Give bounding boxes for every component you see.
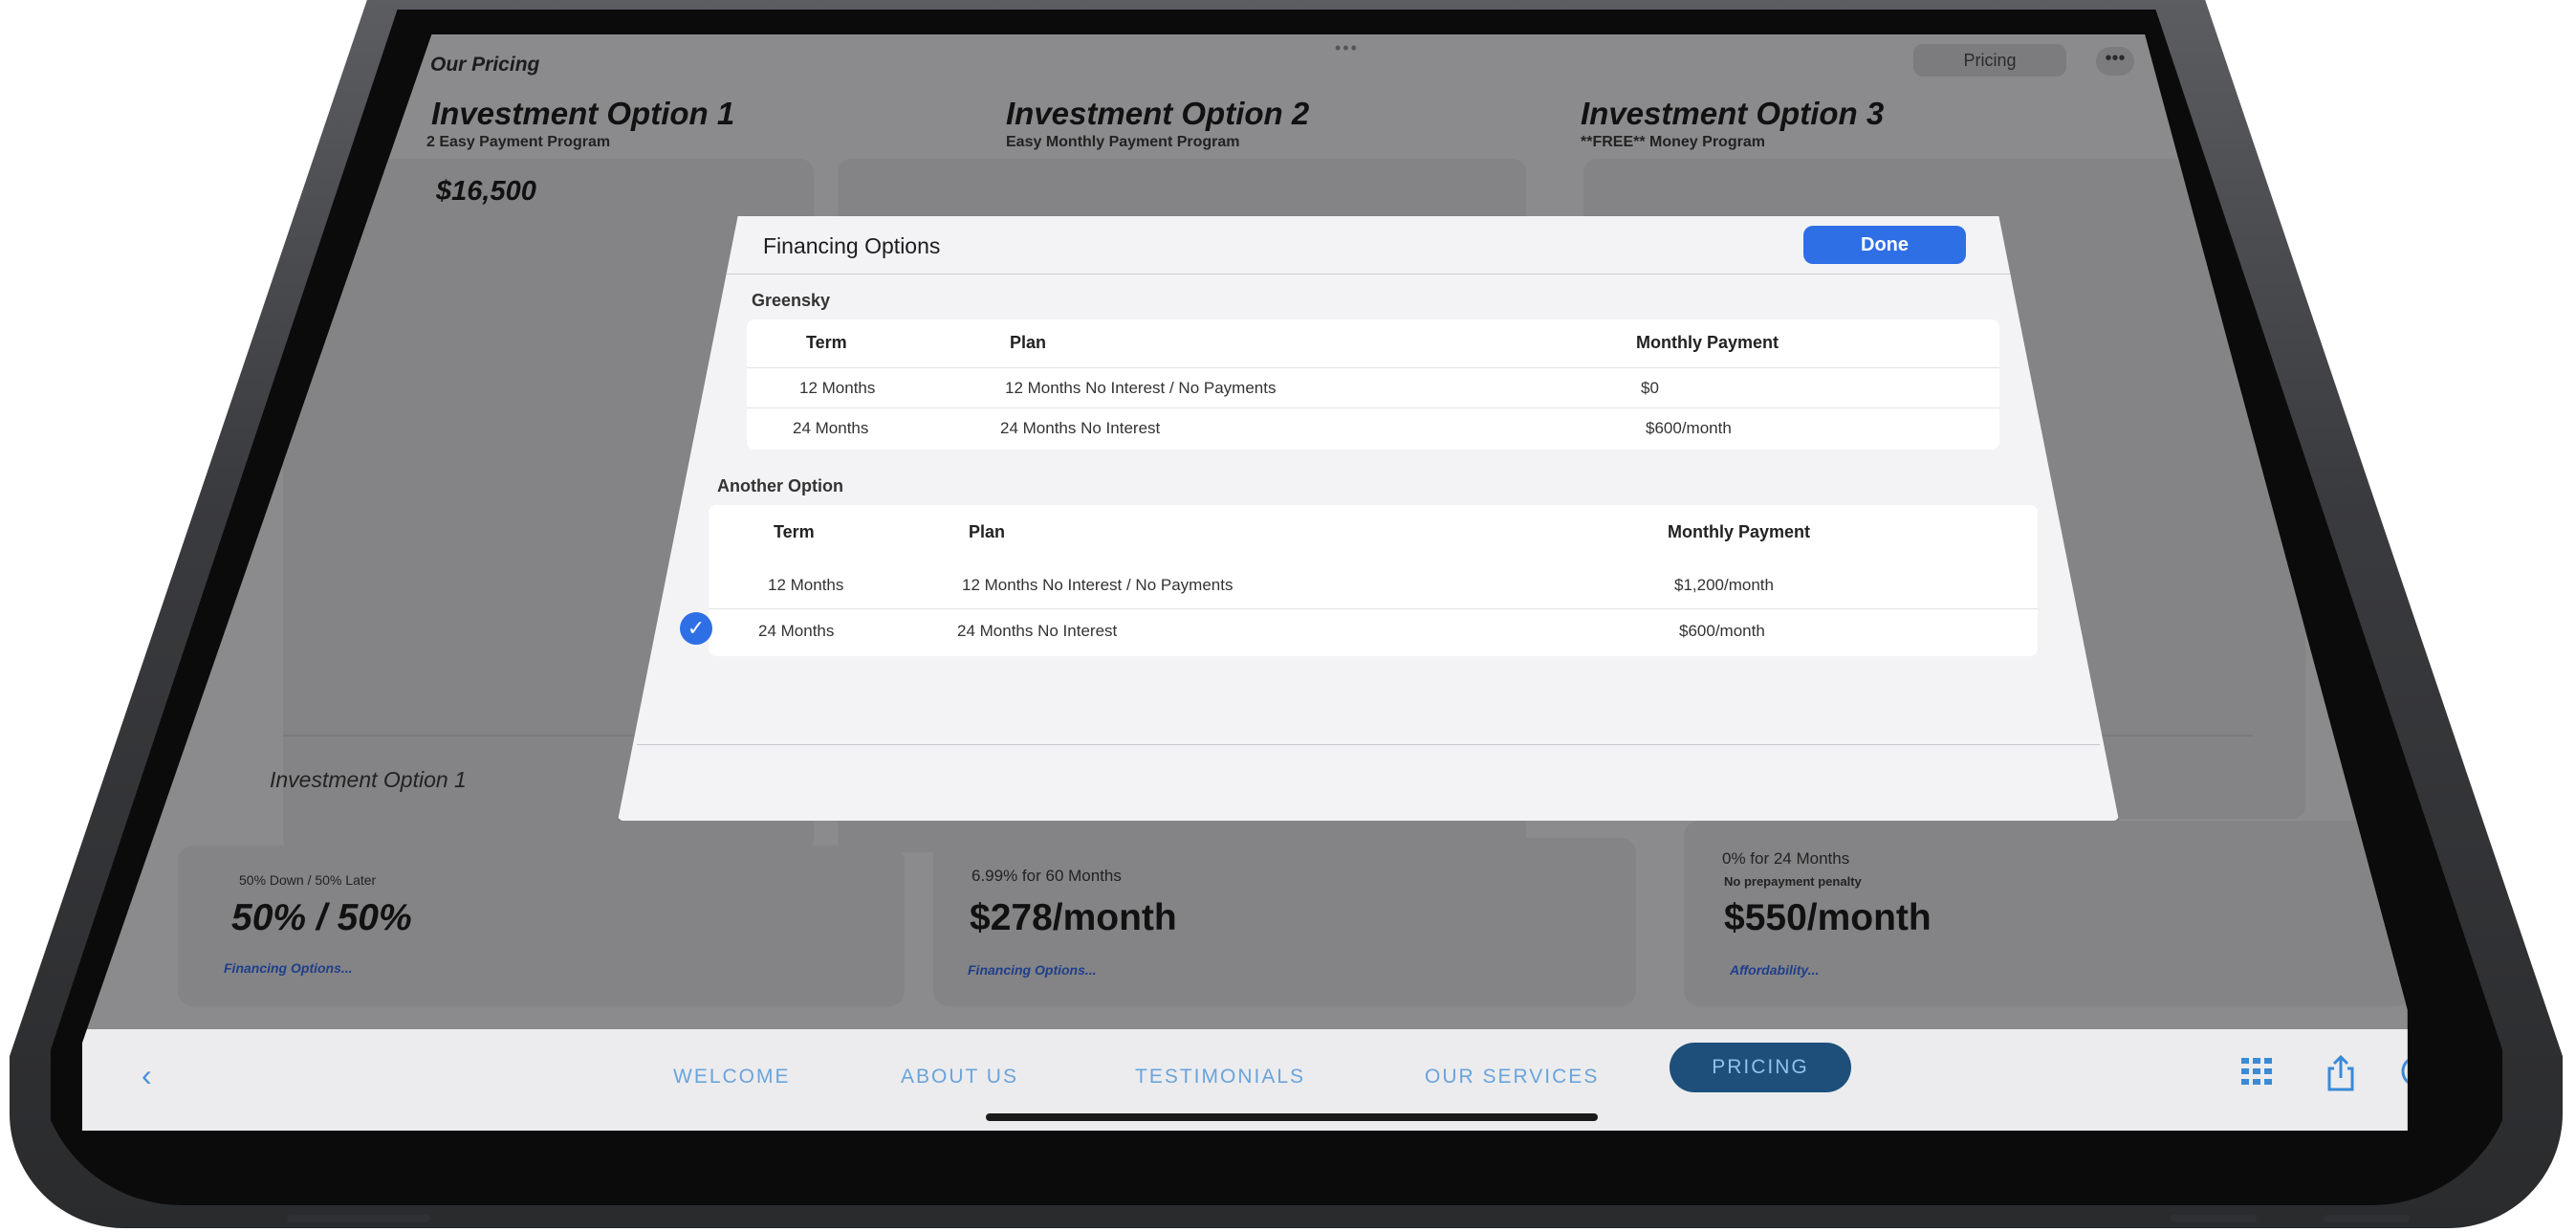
- greensky-row-2-term[interactable]: 24 Months: [793, 419, 868, 438]
- another-option-table: Term Plan Monthly Payment 12 Months 12 M…: [680, 505, 2038, 656]
- greensky-row-2-plan[interactable]: 24 Months No Interest: [1000, 419, 1160, 438]
- row-divider: [747, 407, 1999, 408]
- another-term-header: Term: [774, 522, 815, 541]
- payment-card-1-amount: 50% / 50%: [231, 897, 412, 938]
- volume-button: [287, 1215, 430, 1222]
- home-indicator[interactable]: [986, 1113, 1598, 1121]
- top-bar: Our Pricing Pricing •••: [82, 34, 2408, 84]
- greensky-table: Term Plan Monthly Payment 12 Months 12 M…: [747, 319, 1999, 450]
- tab-testimonials[interactable]: TESTIMONIALS: [1135, 1066, 1305, 1089]
- financing-options-link-1[interactable]: Financing Options...: [224, 960, 353, 976]
- greensky-row-1-plan[interactable]: 12 Months No Interest / No Payments: [1005, 379, 1276, 398]
- pricing-button[interactable]: Pricing: [1913, 44, 2066, 77]
- back-chevron-icon[interactable]: ‹: [142, 1058, 152, 1093]
- bottom-nav: ‹ WELCOME ABOUT US TESTIMONIALS OUR SERV…: [82, 1029, 2408, 1131]
- another-payment-header: Monthly Payment: [1668, 522, 1811, 541]
- payment-card-2[interactable]: 6.99% for 60 Months $278/month Financing…: [933, 838, 1636, 1006]
- payment-card-1-caption: 50% Down / 50% Later: [239, 872, 377, 888]
- another-plan-header: Plan: [969, 522, 1006, 541]
- payment-card-1[interactable]: 50% Down / 50% Later 50% / 50% Financing…: [178, 846, 905, 1006]
- power-button: [2171, 1215, 2257, 1222]
- grid-icon[interactable]: [2241, 1058, 2280, 1094]
- checkmark-icon: ✓: [680, 612, 712, 645]
- option-1-title: Investment Option 1: [431, 96, 735, 131]
- tab-our-services[interactable]: OUR SERVICES: [1425, 1066, 1599, 1089]
- greensky-term-header: Term: [806, 333, 847, 352]
- another-row-2-plan[interactable]: 24 Months No Interest: [957, 622, 1117, 641]
- financing-options-link-2[interactable]: Financing Options...: [968, 962, 1097, 978]
- another-row-1-payment[interactable]: $1,200/month: [1674, 576, 1774, 595]
- tab-pricing[interactable]: PRICING: [1670, 1043, 1851, 1092]
- share-icon[interactable]: [2325, 1054, 2356, 1100]
- more-icon[interactable]: •••: [2096, 47, 2134, 76]
- greensky-row-1-payment[interactable]: $0: [1641, 379, 1659, 398]
- tab-welcome[interactable]: WELCOME: [673, 1066, 791, 1089]
- row-divider: [709, 608, 2038, 609]
- another-row-1-plan[interactable]: 12 Months No Interest / No Payments: [962, 576, 1233, 595]
- payment-card-2-caption: 6.99% for 60 Months: [971, 867, 1122, 885]
- option-2-title: Investment Option 2: [1006, 96, 1310, 131]
- section-greensky-label: Greensky: [752, 291, 831, 310]
- greensky-row-2-payment[interactable]: $600/month: [1646, 419, 1732, 438]
- modal-title: Financing Options: [763, 233, 941, 258]
- side-button: [2324, 1215, 2410, 1222]
- option-3-title: Investment Option 3: [1581, 96, 1885, 131]
- option-1-subtitle: 2 Easy Payment Program: [426, 134, 611, 150]
- section-another-option-label: Another Option: [717, 476, 843, 495]
- option-1-footer: Investment Option 1: [270, 767, 467, 792]
- tab-about-us[interactable]: ABOUT US: [901, 1066, 1018, 1089]
- greensky-plan-header: Plan: [1010, 333, 1047, 352]
- done-button[interactable]: Done: [1803, 226, 1966, 264]
- option-2-subtitle: Easy Monthly Payment Program: [1006, 134, 1240, 150]
- payment-card-2-amount: $278/month: [970, 897, 1177, 938]
- option-1-price: $16,500: [436, 176, 536, 207]
- financing-options-modal: Financing Options Done Greensky Term Pla…: [618, 216, 2119, 821]
- greensky-payment-header: Monthly Payment: [1636, 333, 1779, 352]
- option-3-subtitle: **FREE** Money Program: [1581, 134, 1765, 150]
- payment-card-3-caption: 0% for 24 Months: [1722, 849, 1850, 868]
- payment-card-3[interactable]: 0% for 24 Months No prepayment penalty $…: [1684, 821, 2408, 1006]
- row-divider: [747, 367, 1999, 368]
- another-row-2-term[interactable]: 24 Months: [758, 622, 834, 641]
- affordability-link[interactable]: Affordability...: [1730, 962, 1819, 978]
- payment-card-3-note: No prepayment penalty: [1724, 874, 1862, 889]
- page-title: Our Pricing: [430, 54, 540, 76]
- app-screen: ••• Our Pricing Pricing ••• Investment O…: [82, 34, 2408, 1131]
- another-row-1-term[interactable]: 12 Months: [768, 576, 843, 595]
- greensky-row-1-term[interactable]: 12 Months: [799, 379, 875, 398]
- modal-header-divider: [723, 274, 2033, 275]
- another-row-2-payment[interactable]: $600/month: [1679, 622, 1765, 641]
- modal-footer-divider: [637, 744, 2100, 745]
- payment-card-3-amount: $550/month: [1724, 897, 1932, 938]
